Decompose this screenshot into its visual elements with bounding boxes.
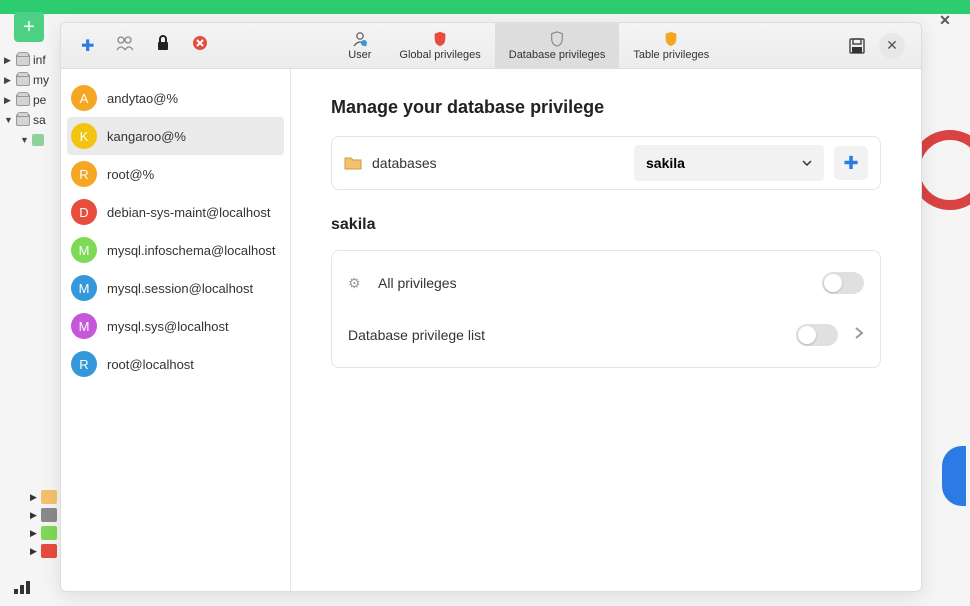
database-tree: ▶inf ▶my ▶pe ▼sa ▼ — [4, 50, 59, 150]
header-actions: ✕ — [849, 33, 921, 59]
tool-item[interactable]: ▶ — [30, 490, 57, 504]
caret-down-icon: ▼ — [4, 115, 14, 125]
page-title: Manage your database privilege — [331, 97, 881, 118]
tool-icon — [41, 526, 57, 540]
database-icon — [16, 94, 30, 106]
folder-icon — [344, 155, 362, 171]
user-item[interactable]: Mmysql.infoschema@localhost — [61, 231, 290, 269]
all-privileges-toggle[interactable] — [822, 272, 864, 294]
tab-user[interactable]: User — [334, 23, 385, 68]
caret-right-icon: ▶ — [30, 528, 37, 539]
privilege-list-toggle[interactable] — [796, 324, 838, 346]
window-close-button[interactable]: ✕ — [928, 0, 962, 40]
avatar: K — [71, 123, 97, 149]
bottom-tool-icons: ▶ ▶ ▶ ▶ — [30, 490, 57, 558]
all-privileges-label: All privileges — [378, 275, 457, 291]
dialog-header: ✚ User Global privileges Database — [61, 23, 921, 69]
database-label: databases — [344, 155, 437, 171]
privilege-card: ⚙ All privileges Database privilege list — [331, 250, 881, 368]
user-list: Aandytao@%Kkangaroo@%Rroot@%Ddebian-sys-… — [61, 69, 291, 591]
caret-right-icon: ▶ — [30, 492, 37, 503]
tool-icon — [41, 544, 57, 558]
add-database-button[interactable]: ✚ — [834, 146, 868, 180]
tree-item[interactable]: ▶my — [4, 70, 59, 90]
user-item[interactable]: Mmysql.session@localhost — [61, 269, 290, 307]
tool-icon — [41, 490, 57, 504]
chevron-right-icon[interactable] — [854, 326, 864, 345]
tool-icon — [41, 508, 57, 522]
caret-right-icon: ▶ — [30, 546, 37, 557]
delete-icon[interactable] — [192, 35, 208, 56]
avatar: D — [71, 199, 97, 225]
avatar: A — [71, 85, 97, 111]
save-icon[interactable] — [849, 38, 865, 54]
connection-status-icon — [14, 581, 30, 594]
dialog-body: Aandytao@%Kkangaroo@%Rroot@%Ddebian-sys-… — [61, 69, 921, 591]
tree-item-child[interactable]: ▼ — [4, 130, 59, 150]
caret-down-icon: ▼ — [20, 135, 30, 145]
tree-item[interactable]: ▼sa — [4, 110, 59, 130]
table-icon — [32, 134, 44, 146]
user-label: debian-sys-maint@localhost — [107, 205, 271, 220]
user-label: mysql.infoschema@localhost — [107, 243, 276, 258]
chevron-down-icon — [802, 160, 812, 166]
user-label: andytao@% — [107, 91, 178, 106]
shield-icon — [432, 31, 448, 47]
avatar: R — [71, 351, 97, 377]
user-item[interactable]: Mmysql.sys@localhost — [61, 307, 290, 345]
all-privileges-row: ⚙ All privileges — [332, 257, 880, 309]
user-icon — [352, 31, 368, 47]
section-title: sakila — [331, 216, 881, 234]
tool-item[interactable]: ▶ — [30, 526, 57, 540]
database-icon — [16, 54, 30, 66]
avatar: M — [71, 275, 97, 301]
user-label: root@% — [107, 167, 154, 182]
user-label: root@localhost — [107, 357, 194, 372]
database-icon — [16, 114, 30, 126]
background-decoration — [942, 446, 966, 506]
user-item[interactable]: Ddebian-sys-maint@localhost — [61, 193, 290, 231]
user-label: mysql.session@localhost — [107, 281, 253, 296]
caret-right-icon: ▶ — [4, 75, 14, 86]
privileges-dialog: ✚ User Global privileges Database — [60, 22, 922, 592]
user-item[interactable]: Rroot@localhost — [61, 345, 290, 383]
privileges-icon: ⚙ — [348, 275, 366, 292]
database-icon — [16, 74, 30, 86]
tree-item[interactable]: ▶pe — [4, 90, 59, 110]
header-toolbar: ✚ — [61, 35, 208, 56]
user-item[interactable]: Rroot@% — [61, 155, 290, 193]
add-user-icon[interactable]: ✚ — [81, 36, 94, 56]
caret-right-icon: ▶ — [30, 510, 37, 521]
window-titlebar — [0, 0, 970, 14]
user-label: kangaroo@% — [107, 129, 186, 144]
lock-icon[interactable] — [156, 35, 170, 56]
privilege-list-row: Database privilege list — [332, 309, 880, 361]
caret-right-icon: ▶ — [4, 95, 14, 106]
tool-item[interactable]: ▶ — [30, 544, 57, 558]
tab-global-privileges[interactable]: Global privileges — [385, 23, 494, 68]
caret-right-icon: ▶ — [4, 55, 14, 66]
user-label: mysql.sys@localhost — [107, 319, 229, 334]
privilege-content: Manage your database privilege databases… — [291, 69, 921, 591]
user-item[interactable]: Aandytao@% — [61, 79, 290, 117]
privilege-list-label: Database privilege list — [348, 327, 485, 343]
user-item[interactable]: Kkangaroo@% — [67, 117, 284, 155]
avatar: M — [71, 237, 97, 263]
database-selector-row: databases sakila ✚ — [331, 136, 881, 190]
tool-item[interactable]: ▶ — [30, 508, 57, 522]
close-dialog-button[interactable]: ✕ — [879, 33, 905, 59]
tree-item[interactable]: ▶inf — [4, 50, 59, 70]
shield-icon — [549, 31, 565, 47]
privilege-tabs: User Global privileges Database privileg… — [334, 23, 723, 68]
avatar: R — [71, 161, 97, 187]
new-connection-button[interactable]: + — [14, 12, 44, 42]
database-dropdown[interactable]: sakila — [634, 145, 824, 181]
users-icon[interactable] — [116, 35, 134, 56]
shield-icon — [663, 31, 679, 47]
tab-table-privileges[interactable]: Table privileges — [619, 23, 723, 68]
avatar: M — [71, 313, 97, 339]
tab-database-privileges[interactable]: Database privileges — [495, 23, 620, 68]
